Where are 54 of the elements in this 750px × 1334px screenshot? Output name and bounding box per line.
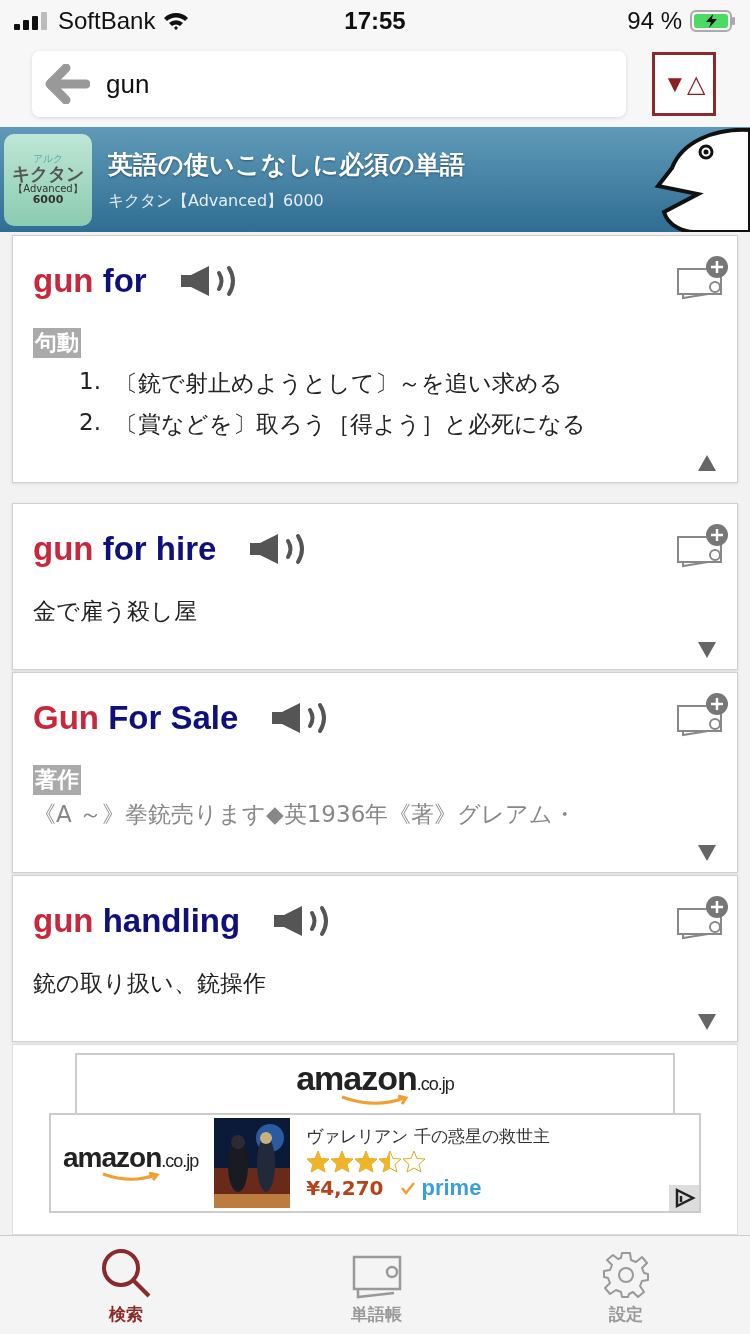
expand-triangle-icon[interactable] (697, 1013, 717, 1031)
sort-button[interactable]: ▼△ (652, 52, 716, 116)
ad-banner[interactable]: amazon.co.jp (75, 1053, 675, 1113)
entry-card[interactable]: gun handling 銃の取り扱い、銃操作 (12, 875, 738, 1042)
smile-arrow-icon (100, 1172, 161, 1182)
settings-icon (602, 1251, 651, 1299)
definition-text: 銃の取り扱い、銃操作 (33, 969, 267, 998)
entry-card[interactable]: gun for hire 金で雇う殺し屋 (12, 503, 738, 670)
battery-icon (690, 10, 736, 32)
banner[interactable]: アルク キクタン 【Advanced】 6000 英語の使いこなしに必須の単語 キクタン【Advanced】6000 (0, 127, 750, 232)
part-of-speech-label: 句動 (33, 328, 81, 358)
definition-text: 《A ～》拳銃売ります◆英1936年《著》グレアム・ (33, 800, 578, 829)
signal-icon (14, 12, 50, 30)
star-icon (378, 1150, 403, 1173)
part-of-speech-label: 著作 (33, 765, 81, 795)
amazon-logo-text: amazon.co.jp (63, 1144, 199, 1172)
definition-text: 金で雇う殺し屋 (33, 597, 198, 626)
sense-text: 〔賞などを〕取ろう［得よう］と必死になる (114, 410, 586, 439)
star-icon (330, 1150, 355, 1173)
amazon-logo-text: amazon.co.jp (296, 1061, 454, 1095)
entry-headword: gun handling (33, 902, 241, 940)
prime-label: prime (421, 1175, 482, 1201)
app-logo: アルク キクタン 【Advanced】 6000 (4, 133, 92, 226)
collapse-triangle-icon[interactable] (697, 454, 717, 472)
expand-triangle-icon[interactable] (697, 641, 717, 659)
wifi-icon (163, 11, 190, 31)
entry-headword: gun for (33, 262, 147, 300)
sense-number: 1. (79, 368, 101, 396)
banner-subtitle: キクタン【Advanced】6000 (108, 190, 325, 212)
smile-arrow-icon (340, 1095, 410, 1107)
entry-headword: Gun For Sale (33, 699, 239, 737)
status-time: 17:55 (344, 7, 406, 35)
entry-headword: gun for hire (33, 530, 217, 568)
ad-choices-icon[interactable] (669, 1185, 699, 1211)
card-icon (352, 1255, 402, 1299)
carrier-name: SoftBank (58, 7, 156, 35)
back-arrow-icon[interactable] (44, 64, 90, 104)
star-icon (354, 1150, 379, 1173)
entry-card[interactable]: Gun For Sale 著作 《A ～》拳銃売ります◆英1936年《著》グレアム・ (12, 672, 738, 873)
product-price: ¥4,270 (306, 1176, 384, 1200)
battery-percent: 94 % (627, 7, 682, 35)
search-field[interactable]: gun (32, 51, 626, 117)
star-icon (402, 1150, 427, 1173)
product-title: ヴァレリアン 千の惑星の救世主 (306, 1125, 550, 1148)
tab-item[interactable]: 検索 (59, 1236, 192, 1334)
sense-text: 〔銃で射止めようとして〕～を追い求める (114, 369, 563, 398)
check-icon (401, 1181, 416, 1195)
ad-banner[interactable]: amazon.co.jp ヴァレリアン 千の惑星の救世主 ¥4,270 prime (49, 1113, 701, 1213)
sense-number: 2. (79, 409, 101, 437)
search-icon (99, 1247, 152, 1299)
entry-card[interactable]: gun for 句動 1. 〔銃で射止めようとして〕～を追い求める 2. 〔賞などを〕取ろう［得よう］と必死になる (12, 235, 738, 483)
star-icon (306, 1150, 331, 1173)
expand-triangle-icon[interactable] (697, 844, 717, 862)
banner-title: 英語の使いこなしに必須の単語 (108, 148, 465, 181)
